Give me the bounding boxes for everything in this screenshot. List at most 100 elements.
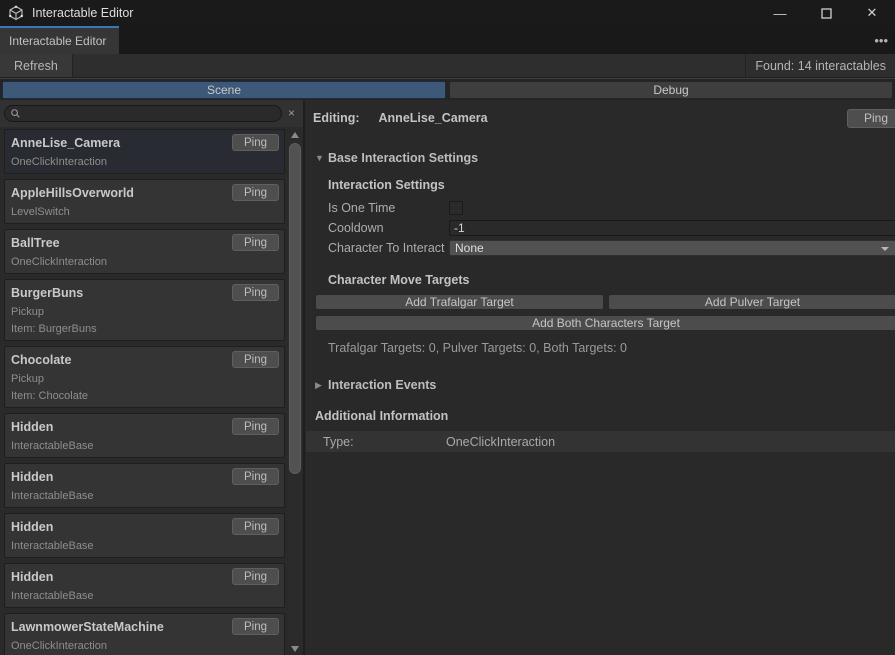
item-title: LawnmowerStateMachine xyxy=(11,620,164,634)
scroll-down-icon[interactable] xyxy=(288,643,302,655)
scroll-track[interactable] xyxy=(288,141,302,643)
item-title: Hidden xyxy=(11,520,53,534)
base-settings-section: Interaction Settings Is One Time Cooldow… xyxy=(328,178,895,355)
ping-button[interactable]: Ping xyxy=(232,134,279,151)
item-title: BallTree xyxy=(11,236,60,250)
add-pulver-target-button[interactable]: Add Pulver Target xyxy=(608,294,895,310)
search-row: × xyxy=(0,100,303,127)
minimize-button[interactable]: — xyxy=(757,0,803,26)
character-to-interact-label: Character To Interact xyxy=(328,241,449,255)
item-title: BurgerBuns xyxy=(11,286,83,300)
list-item-header: AnneLise_Camera Ping xyxy=(11,134,279,151)
list-item[interactable]: Chocolate Ping PickupItem: Chocolate xyxy=(4,346,285,408)
ping-button[interactable]: Ping xyxy=(232,418,279,435)
list-item[interactable]: BallTree Ping OneClickInteraction xyxy=(4,229,285,274)
additional-information-header: Additional Information xyxy=(311,409,895,423)
chevron-down-icon xyxy=(881,247,889,251)
content-area: × AnneLise_Camera Ping OneClickInteracti… xyxy=(0,100,895,655)
is-one-time-label: Is One Time xyxy=(328,201,449,215)
item-title: Hidden xyxy=(11,420,53,434)
editing-row: Editing: AnneLise_Camera Ping xyxy=(311,108,895,128)
character-to-interact-dropdown[interactable]: None xyxy=(449,240,895,256)
vertical-scrollbar[interactable] xyxy=(288,129,302,655)
item-lines: OneClickInteraction xyxy=(11,156,279,168)
list-item-header: Hidden Ping xyxy=(11,418,279,435)
item-lines: InteractableBase xyxy=(11,590,279,602)
item-title: AnneLise_Camera xyxy=(11,136,120,150)
clear-search-button[interactable]: × xyxy=(282,106,301,120)
window-controls: — ✕ xyxy=(757,0,895,26)
list-item[interactable]: BurgerBuns Ping Pickup Item: BurgerBuns xyxy=(4,279,285,341)
move-target-buttons-row: Add Trafalgar Target Add Pulver Target xyxy=(315,294,895,310)
found-count: Found: 14 interactables xyxy=(746,54,895,77)
item-lines: InteractableBase xyxy=(11,490,279,502)
title-bar: Interactable Editor — ✕ xyxy=(0,0,895,26)
character-to-interact-row: Character To Interact None xyxy=(328,238,895,258)
list-item[interactable]: Hidden Ping InteractableBase xyxy=(4,413,285,458)
item-subtitle: Pickup xyxy=(11,373,279,385)
interactable-editor-window: Interactable Editor — ✕ Interactable Edi… xyxy=(0,0,895,655)
list-item-header: AppleHillsOverworld Ping xyxy=(11,184,279,201)
item-subtitle: OneClickInteraction xyxy=(11,256,279,268)
kebab-menu-icon[interactable]: ••• xyxy=(867,26,895,54)
item-subtitle: Pickup xyxy=(11,306,279,318)
type-label: Type: xyxy=(323,435,446,449)
ping-button[interactable]: Ping xyxy=(232,468,279,485)
ping-button[interactable]: Ping xyxy=(232,518,279,535)
scroll-thumb[interactable] xyxy=(289,143,301,474)
ping-button[interactable]: Ping xyxy=(232,184,279,201)
interactable-list: AnneLise_Camera Ping OneClickInteraction… xyxy=(4,129,285,655)
item-subtitle: InteractableBase xyxy=(11,490,279,502)
add-both-characters-target-button[interactable]: Add Both Characters Target xyxy=(315,315,895,331)
refresh-button[interactable]: Refresh xyxy=(0,54,73,77)
ping-editing-button[interactable]: Ping xyxy=(847,109,895,128)
scene-list-panel: × AnneLise_Camera Ping OneClickInteracti… xyxy=(0,100,303,655)
tab-strip: Interactable Editor ••• xyxy=(0,26,895,54)
item-title: Chocolate xyxy=(11,353,71,367)
item-lines: LevelSwitch xyxy=(11,206,279,218)
list-item[interactable]: AnneLise_Camera Ping OneClickInteraction xyxy=(4,129,285,174)
cooldown-field[interactable] xyxy=(449,220,895,236)
inspector-panel: Editing: AnneLise_Camera Ping ▼ Base Int… xyxy=(305,100,895,655)
is-one-time-checkbox[interactable] xyxy=(449,201,463,215)
cooldown-label: Cooldown xyxy=(328,221,449,235)
add-trafalgar-target-button[interactable]: Add Trafalgar Target xyxy=(315,294,604,310)
editing-value: AnneLise_Camera xyxy=(379,111,488,125)
ping-button[interactable]: Ping xyxy=(232,618,279,635)
list-item-header: Hidden Ping xyxy=(11,468,279,485)
search-box[interactable] xyxy=(4,105,282,122)
base-settings-foldout[interactable]: ▼ Base Interaction Settings xyxy=(311,151,895,165)
unity-cube-icon xyxy=(8,5,24,21)
item-subtitle: Item: BurgerBuns xyxy=(11,323,279,335)
add-both-row: Add Both Characters Target xyxy=(315,315,895,331)
maximize-button[interactable] xyxy=(803,0,849,26)
search-input[interactable] xyxy=(21,107,281,120)
item-lines: Pickup Item: BurgerBuns xyxy=(11,306,279,335)
list-item-header: BurgerBuns Ping xyxy=(11,284,279,301)
list-item[interactable]: AppleHillsOverworld Ping LevelSwitch xyxy=(4,179,285,224)
item-title: Hidden xyxy=(11,570,53,584)
editing-label: Editing: xyxy=(313,111,360,125)
list-item[interactable]: Hidden Ping InteractableBase xyxy=(4,513,285,558)
targets-summary: Trafalgar Targets: 0, Pulver Targets: 0,… xyxy=(328,341,895,355)
list-item[interactable]: Hidden Ping InteractableBase xyxy=(4,463,285,508)
close-button[interactable]: ✕ xyxy=(849,0,895,26)
type-value: OneClickInteraction xyxy=(446,435,555,449)
list-item[interactable]: LawnmowerStateMachine Ping OneClickInter… xyxy=(4,613,285,655)
tab-interactable-editor[interactable]: Interactable Editor xyxy=(0,26,119,54)
scroll-up-icon[interactable] xyxy=(288,129,302,141)
ping-button[interactable]: Ping xyxy=(232,234,279,251)
window-title: Interactable Editor xyxy=(32,6,133,20)
search-icon xyxy=(10,108,21,119)
cooldown-row: Cooldown xyxy=(328,218,895,238)
tab-debug[interactable]: Debug xyxy=(449,81,893,99)
ping-button[interactable]: Ping xyxy=(232,568,279,585)
list-item-header: Hidden Ping xyxy=(11,568,279,585)
item-subtitle: LevelSwitch xyxy=(11,206,279,218)
tab-scene[interactable]: Scene xyxy=(2,81,446,99)
ping-button[interactable]: Ping xyxy=(232,351,279,368)
interaction-events-foldout[interactable]: ▶ Interaction Events xyxy=(311,378,895,392)
maximize-icon xyxy=(821,8,832,19)
list-item[interactable]: Hidden Ping InteractableBase xyxy=(4,563,285,608)
ping-button[interactable]: Ping xyxy=(232,284,279,301)
